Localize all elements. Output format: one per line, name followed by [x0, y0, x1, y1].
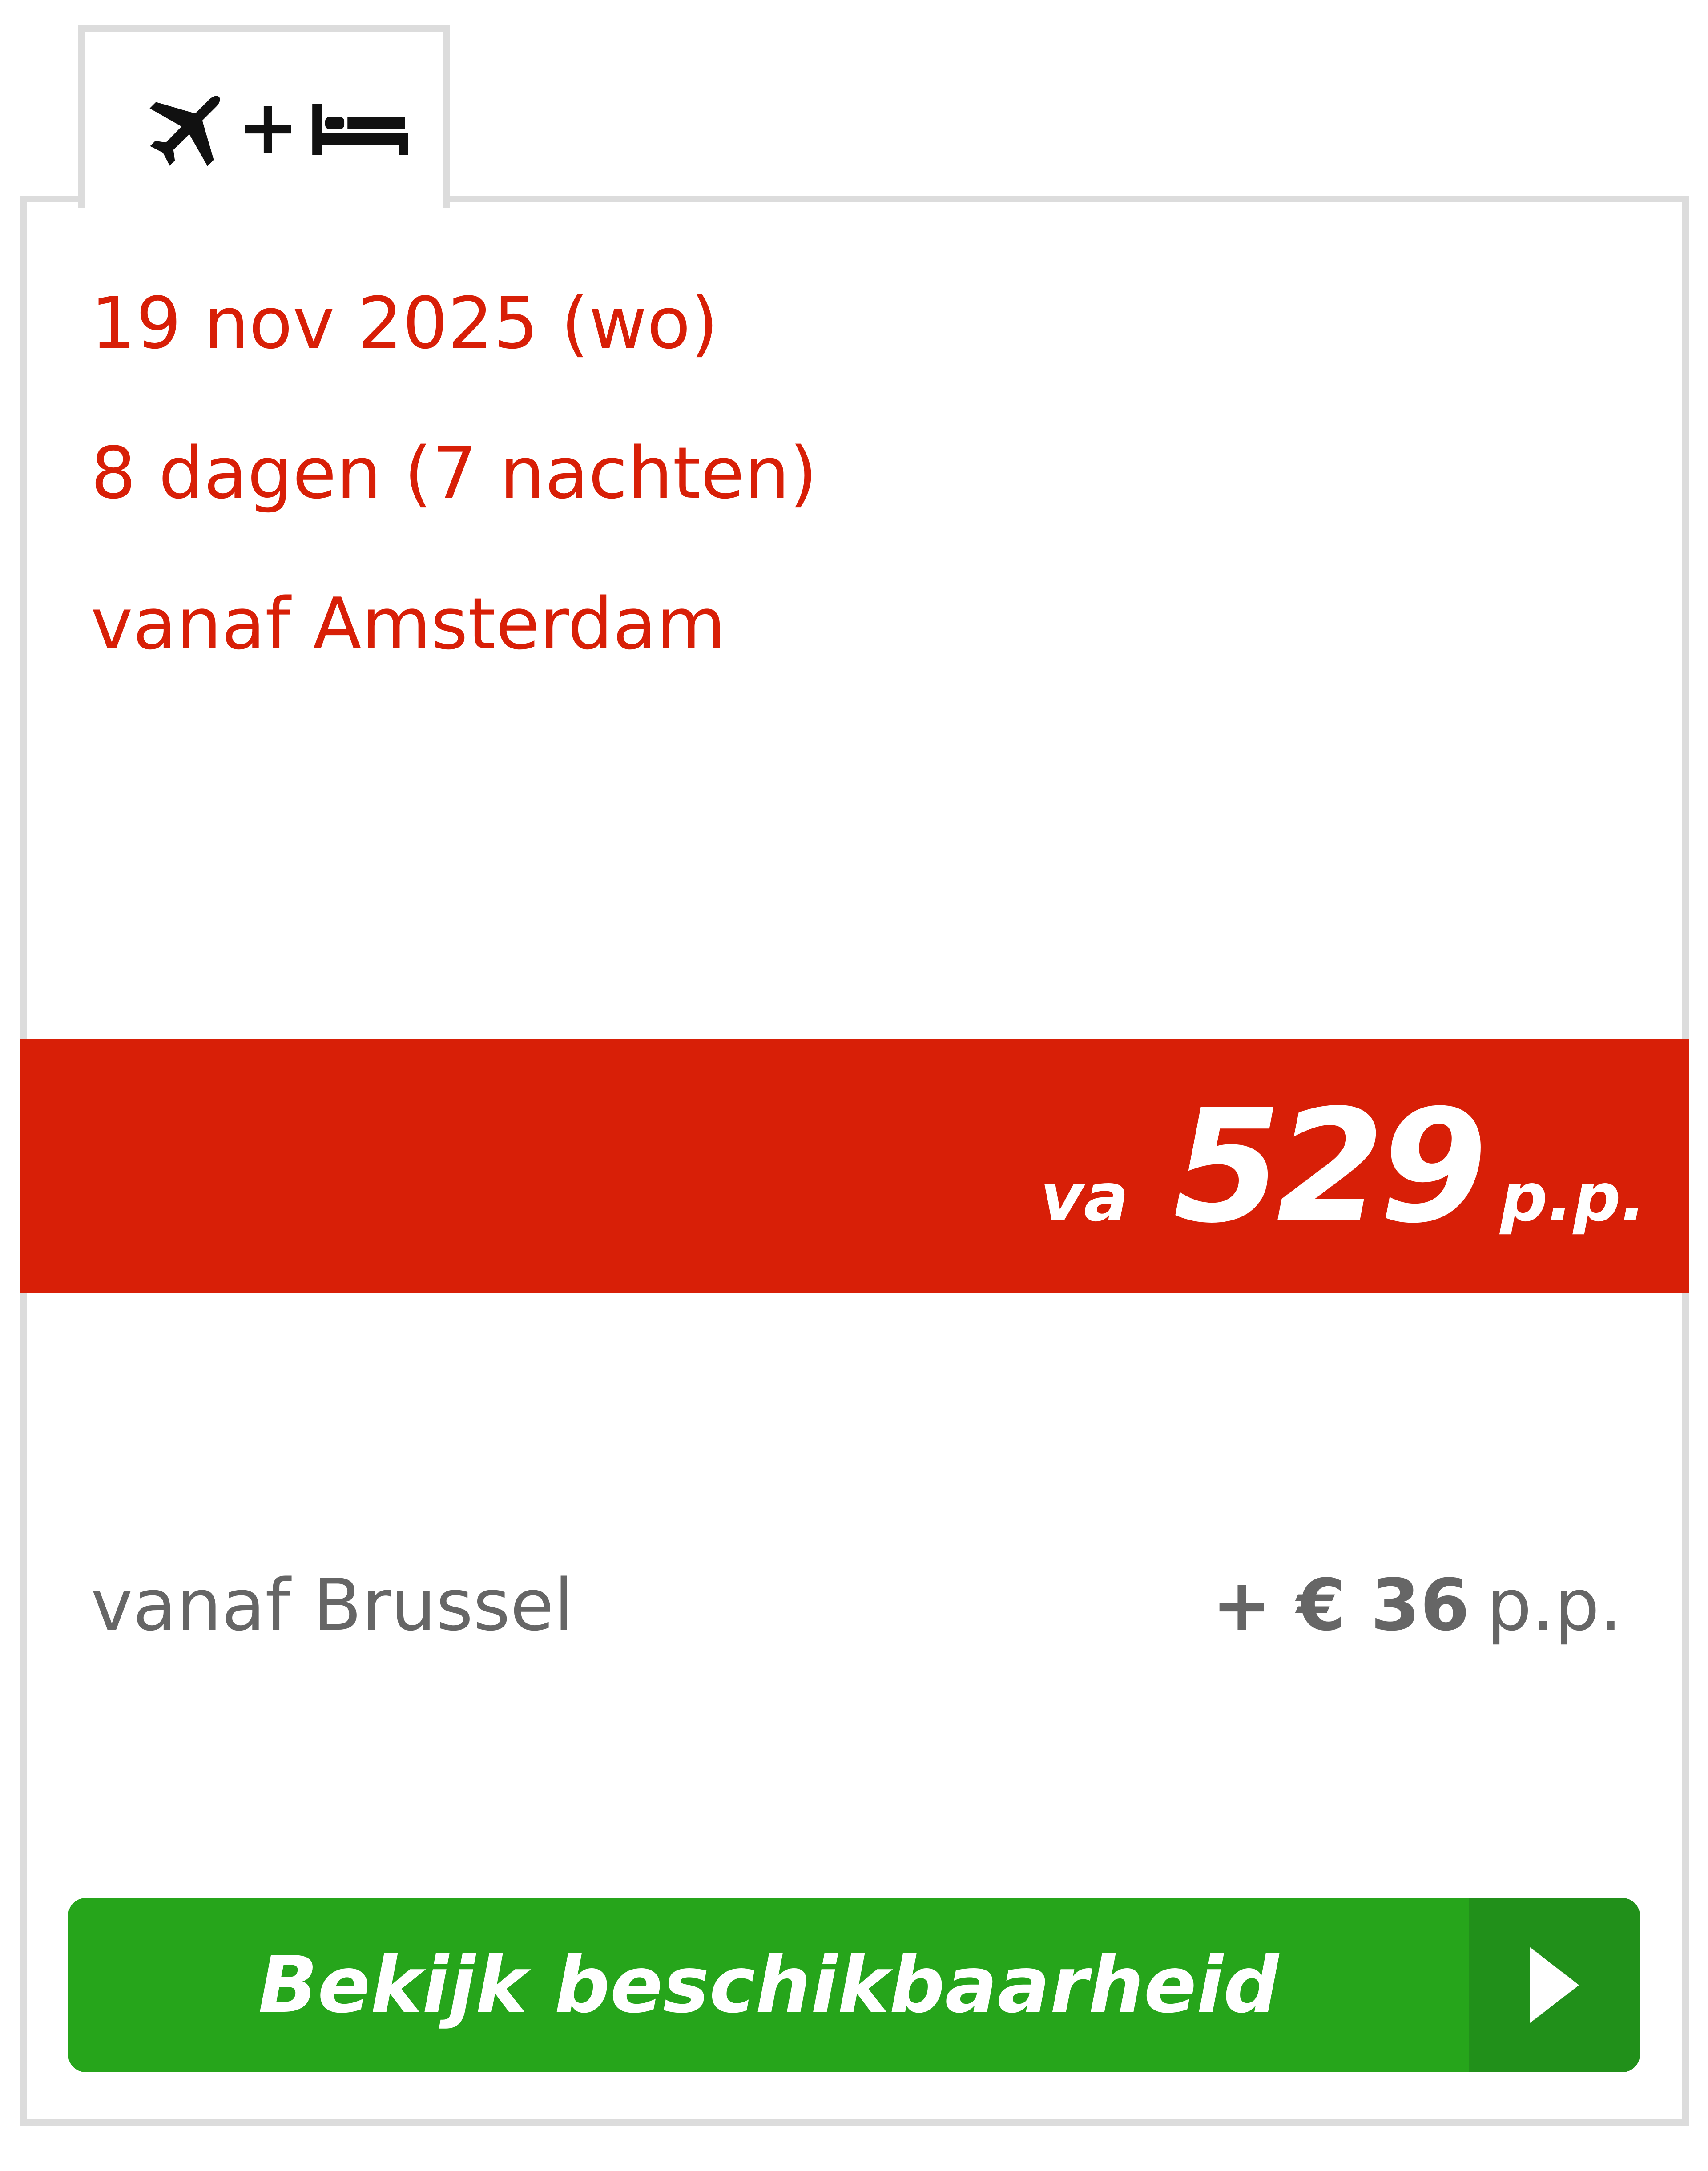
- alternative-departure-row: vanaf Brussel + € 36 p.p.: [91, 1563, 1622, 1647]
- trip-offer-card: 19 nov 2025 (wo) 8 dagen (7 nachten) van…: [20, 196, 1689, 2126]
- alternative-departure-label: vanaf Brussel: [91, 1563, 574, 1647]
- flight-hotel-icons: [137, 85, 411, 174]
- check-availability-button[interactable]: Bekijk beschikbaarheid: [68, 1898, 1640, 2072]
- departure-airport: vanaf Amsterdam: [91, 582, 726, 665]
- bed-icon: [312, 104, 408, 155]
- cta-arrow-box: [1469, 1898, 1640, 2072]
- surcharge-price: + € 36 p.p.: [1212, 1563, 1622, 1647]
- departure-date: 19 nov 2025 (wo): [91, 282, 718, 365]
- surcharge-suffix: p.p.: [1486, 1563, 1622, 1647]
- plus-icon: [245, 106, 291, 153]
- surcharge-amount: + € 36: [1212, 1563, 1470, 1647]
- price: va 529 p.p.: [1040, 1089, 1646, 1245]
- price-prefix: va: [1040, 1159, 1129, 1237]
- product-type-tab[interactable]: [78, 25, 450, 208]
- check-availability-label: Bekijk beschikbaarheid: [258, 1940, 1279, 2030]
- price-band: va 529 p.p.: [20, 1039, 1689, 1293]
- price-suffix: p.p.: [1500, 1159, 1646, 1237]
- trip-duration: 8 dagen (7 nachten): [91, 431, 818, 515]
- price-amount: 529: [1173, 1076, 1488, 1257]
- chevron-right-icon: [1530, 1947, 1579, 2023]
- plane-icon: [149, 96, 220, 166]
